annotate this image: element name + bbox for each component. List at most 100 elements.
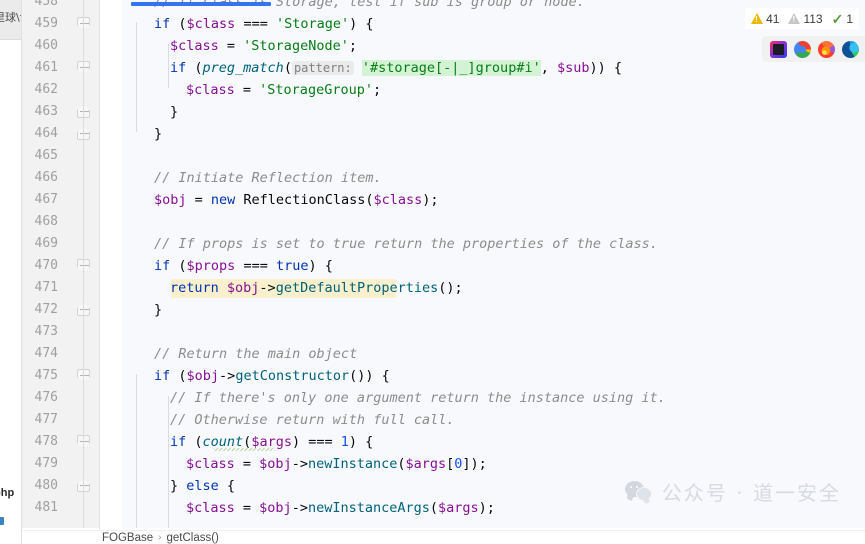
- code-token-plain: (: [178, 368, 187, 384]
- code-line[interactable]: if ($props === true) {: [154, 255, 333, 277]
- line-number: 458: [34, 0, 58, 9]
- line-number: 469: [34, 236, 58, 251]
- code-token-str: 'StorageGroup': [259, 82, 373, 98]
- code-line[interactable]: $obj = new ReflectionClass($class);: [154, 189, 439, 211]
- chrome-browser-icon[interactable]: [794, 40, 811, 58]
- code-token-var: $args: [405, 456, 447, 472]
- code-token-plain: ) ===: [291, 434, 341, 450]
- code-token-plain: ,: [540, 60, 557, 76]
- code-line[interactable]: }: [154, 299, 162, 321]
- search-highlighted-string: '#storage[-|_]group#i': [361, 60, 541, 76]
- code-token-kw: if: [170, 434, 195, 450]
- code-line[interactable]: return $obj->getDefaultProperties();: [170, 277, 463, 299]
- code-line[interactable]: $class = 'StorageNode';: [170, 35, 357, 57]
- code-line[interactable]: $class = $obj->newInstance($args[0]);: [186, 453, 487, 475]
- line-number: 481: [34, 500, 58, 515]
- line-number: 460: [34, 38, 58, 53]
- code-line[interactable]: // Return the main object: [154, 343, 357, 365]
- line-number: 477: [34, 412, 58, 427]
- line-number: 475: [34, 368, 58, 383]
- code-token-plain: ();: [438, 280, 463, 296]
- code-line[interactable]: }: [154, 123, 162, 145]
- warning-count-group[interactable]: 41: [751, 12, 779, 26]
- code-token-kw: return: [170, 280, 227, 296]
- line-number: 473: [34, 324, 58, 339]
- line-number: 464: [34, 126, 58, 141]
- left-tool-strip-tab[interactable]: 里球\f: [0, 0, 21, 40]
- code-token-plain: ===: [235, 16, 276, 32]
- code-token-fn: newInstance: [307, 456, 398, 472]
- line-number: 474: [34, 346, 58, 361]
- edge-browser-icon[interactable]: [842, 40, 859, 58]
- code-editor-area[interactable]: // If class is Storage, test if sub is g…: [100, 0, 865, 530]
- warning-triangle-icon: [751, 13, 764, 24]
- phpstorm-editor-window: 里球\f php 4584594604614624634644654664674…: [0, 0, 865, 544]
- left-strip-file-label: php: [0, 487, 15, 499]
- code-token-str: 'Storage': [275, 16, 350, 32]
- code-token-plain: (: [178, 16, 187, 32]
- code-token-plain: }: [154, 126, 163, 142]
- code-token-kw: else: [186, 478, 219, 494]
- code-token-plain: ===: [235, 258, 276, 274]
- code-token-plain: ->: [291, 456, 308, 472]
- code-line[interactable]: $class = 'StorageGroup';: [186, 79, 381, 101]
- inspection-status-widget[interactable]: 41 113 ✓ 1: [745, 8, 859, 29]
- code-line[interactable]: if ($class === 'Storage') {: [154, 13, 374, 35]
- line-number: 472: [34, 302, 58, 317]
- code-token-str: 'StorageNode': [243, 38, 349, 54]
- code-token-plain: ->: [291, 500, 308, 516]
- line-number: 480: [34, 478, 58, 493]
- breadcrumb-separator-icon: ›: [158, 532, 162, 543]
- code-token-plain: =: [218, 38, 244, 54]
- left-tool-strip: 里球\f php: [0, 0, 22, 544]
- code-token-plain: (: [397, 456, 406, 472]
- code-token-plain: ]);: [462, 456, 487, 472]
- code-line[interactable]: if (preg_match(pattern: '#storage[-|_]gr…: [170, 57, 622, 79]
- editor-gutter[interactable]: 458 459 460 461 462 463 464 465 466 467 468 469 470 4…: [22, 0, 100, 530]
- browser-launcher-bar[interactable]: [762, 36, 865, 62]
- warning-count: 41: [766, 11, 780, 26]
- breadcrumb-item-class[interactable]: FOGBase: [102, 532, 153, 544]
- firefox-browser-icon[interactable]: [818, 40, 835, 58]
- code-token-kw: true: [275, 258, 309, 274]
- inspection-ok-count: 1: [846, 11, 853, 26]
- code-line[interactable]: } else {: [170, 475, 235, 497]
- indent-guide: [136, 22, 137, 132]
- code-token-var: $args: [438, 500, 479, 516]
- code-token-var: $props: [186, 258, 236, 274]
- code-line[interactable]: // Initiate Reflection item.: [154, 167, 382, 189]
- left-strip-marker-icon: [0, 517, 4, 525]
- code-token-plain: ) {: [348, 434, 374, 450]
- line-number: 470: [34, 258, 58, 273]
- code-line[interactable]: $class = $obj->newInstanceArgs($args);: [186, 497, 495, 519]
- code-token-plain: ()) {: [349, 368, 390, 384]
- inspection-ok-group[interactable]: ✓ 1: [832, 12, 853, 26]
- code-token-var: $obj: [154, 192, 187, 208]
- code-token-plain: ->: [219, 368, 236, 384]
- code-line[interactable]: }: [170, 101, 178, 123]
- code-token-var: $class: [186, 500, 235, 516]
- inspection-ok-icon: ✓: [831, 10, 844, 27]
- code-token-fn: newInstanceArgs: [307, 500, 430, 516]
- code-token-plain: );: [478, 500, 495, 516]
- code-line[interactable]: // Otherwise return with full call.: [170, 409, 454, 431]
- code-line[interactable]: if ($obj->getConstructor()) {: [154, 365, 390, 387]
- breadcrumb[interactable]: FOGBase › getClass(): [22, 530, 865, 544]
- line-number: 468: [34, 214, 58, 229]
- jetbrains-browser-icon[interactable]: [770, 40, 787, 58]
- line-number: 461: [34, 60, 58, 75]
- code-token-fnital: preg_match: [202, 60, 284, 76]
- code-token-plain: ;: [348, 38, 357, 54]
- code-line[interactable]: // If there's only one argument return t…: [170, 387, 666, 409]
- code-token-plain: ReflectionClass: [243, 192, 366, 208]
- indent-guide: [168, 44, 169, 88]
- code-token-kw: if: [154, 16, 179, 32]
- fold-rail: [83, 0, 84, 530]
- code-token-plain: =: [234, 82, 260, 98]
- code-line[interactable]: // If props is set to true return the pr…: [154, 233, 658, 255]
- code-token-comment: // Otherwise return with full call.: [170, 412, 455, 428]
- code-token-fn: getConstructor: [235, 368, 350, 384]
- weak-warning-count-group[interactable]: 113: [788, 12, 823, 26]
- breadcrumb-item-method[interactable]: getClass(): [166, 532, 218, 544]
